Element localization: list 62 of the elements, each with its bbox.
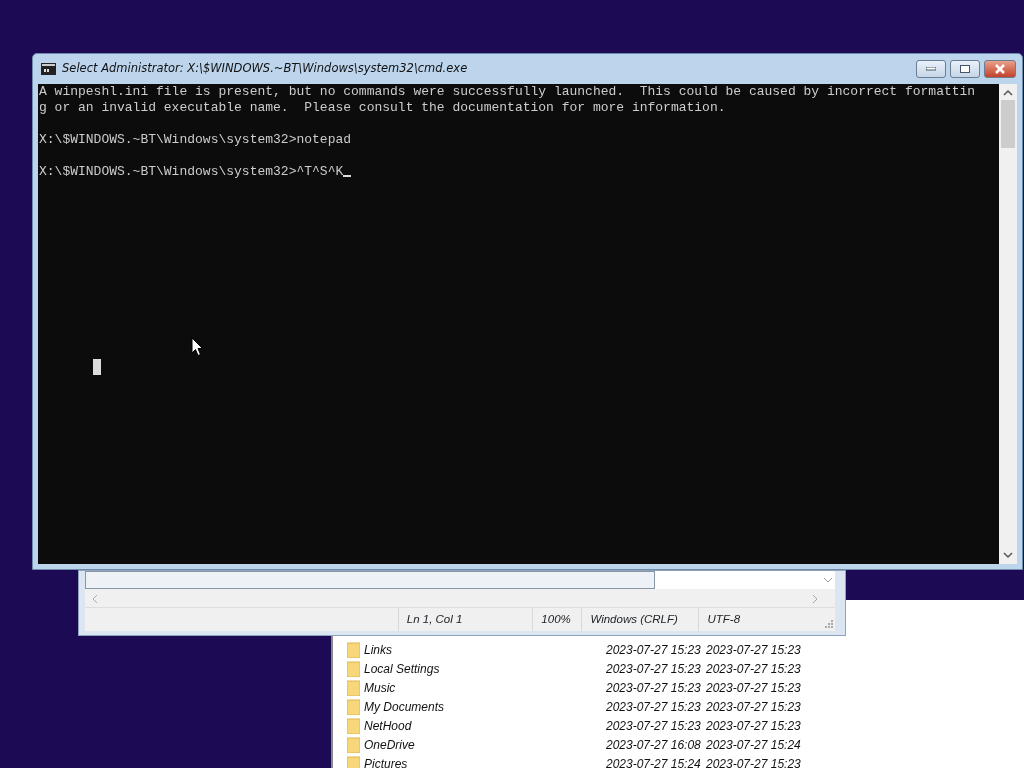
status-text: UTF-8 — [707, 611, 741, 627]
date-cell-text: 2023-07-27 15:23 — [606, 660, 702, 678]
block-cursor — [93, 359, 101, 375]
folder-icon — [347, 660, 360, 677]
date-cell-text: 2023-07-27 15:23 — [606, 717, 702, 735]
console-line: g or an invalid executable name. Please consult the documentation for more information. — [39, 100, 726, 115]
date-cell-text: 2023-07-27 15:23 — [706, 660, 802, 678]
date-cell-text: 2023-07-27 15:23 — [606, 679, 702, 697]
date-cell-text: 2023-07-27 15:24 — [606, 755, 702, 768]
file-name: NetHood — [364, 717, 412, 735]
scroll-left-icon[interactable] — [91, 594, 99, 604]
date-cell-text: 2023-07-27 15:23 — [706, 755, 802, 768]
folder-icon — [347, 755, 360, 768]
text-cursor — [343, 175, 352, 177]
file-name: OneDrive — [364, 736, 415, 754]
window-title: Select Administrator: X:\$WINDOWS.~BT\Windows\system32\cmd.exe — [62, 60, 469, 78]
date-cell-text: 2023-07-27 15:23 — [706, 641, 802, 659]
maximize-icon — [960, 65, 970, 73]
scroll-down-icon[interactable] — [1003, 550, 1013, 560]
minimize-button[interactable] — [916, 60, 946, 78]
file-row[interactable]: Links 2023-07-27 15:23 2023-07-27 15:23 — [347, 640, 1024, 659]
file-row[interactable]: Pictures 2023-07-27 15:24 2023-07-27 15:23 — [347, 754, 1024, 768]
mouse-pointer-icon — [191, 337, 203, 357]
folder-icon — [347, 717, 360, 734]
status-text: 100% — [541, 611, 571, 627]
file-row[interactable]: Local Settings 2023-07-27 15:23 2023-07-27 15:23 — [347, 659, 1024, 678]
vertical-scrollbar[interactable] — [999, 84, 1017, 564]
file-row[interactable]: NetHood 2023-07-27 15:23 2023-07-27 15:23 — [347, 716, 1024, 735]
status-text: Windows (CRLF) — [590, 611, 678, 627]
file-row[interactable]: OneDrive 2023-07-27 16:08 2023-07-27 15:24 — [347, 735, 1024, 754]
scroll-up-icon[interactable] — [1003, 88, 1013, 98]
console-icon — [41, 63, 56, 75]
folder-icon — [347, 679, 360, 696]
date-cell-text: 2023-07-27 15:23 — [706, 698, 802, 716]
folder-icon — [347, 736, 360, 753]
date-cell-text: 2023-07-27 15:24 — [706, 736, 802, 754]
status-text: Ln 1, Col 1 — [406, 611, 463, 627]
maximize-button[interactable] — [950, 60, 980, 78]
close-button[interactable] — [984, 60, 1016, 78]
folder-icon — [347, 641, 360, 658]
close-icon — [994, 64, 1006, 74]
console-line: X:\$WINDOWS.~BT\Windows\system32>^T^S^K — [39, 164, 344, 179]
console-line: A winpeshl.ini file is present, but no commands were successfully launched. This could be caused by incorrect formattin — [39, 84, 976, 99]
file-name: Links — [364, 641, 392, 659]
scroll-thumb[interactable] — [1001, 100, 1015, 148]
file-name: Music — [364, 679, 396, 697]
scroll-down-icon[interactable] — [823, 576, 833, 584]
date-cell-text: 2023-07-27 15:23 — [706, 679, 802, 697]
file-name: Local Settings — [364, 660, 440, 678]
file-name: Pictures — [364, 755, 408, 768]
file-row[interactable]: Music 2023-07-27 15:23 2023-07-27 15:23 — [347, 678, 1024, 697]
file-row[interactable]: My Documents 2023-07-27 15:23 2023-07-27 15:23 — [347, 697, 1024, 716]
file-name: My Documents — [364, 698, 445, 716]
minimize-icon — [926, 67, 936, 71]
date-cell-text: 2023-07-27 15:23 — [606, 698, 702, 716]
console-line: X:\$WINDOWS.~BT\Windows\system32>notepad — [39, 132, 352, 147]
scroll-right-icon[interactable] — [811, 594, 819, 604]
date-cell-text: 2023-07-27 15:23 — [606, 641, 702, 659]
folder-icon — [347, 698, 360, 715]
date-cell-text: 2023-07-27 16:08 — [606, 736, 702, 754]
date-cell-text: 2023-07-27 15:23 — [706, 717, 802, 735]
resize-grip-icon[interactable] — [825, 620, 833, 628]
